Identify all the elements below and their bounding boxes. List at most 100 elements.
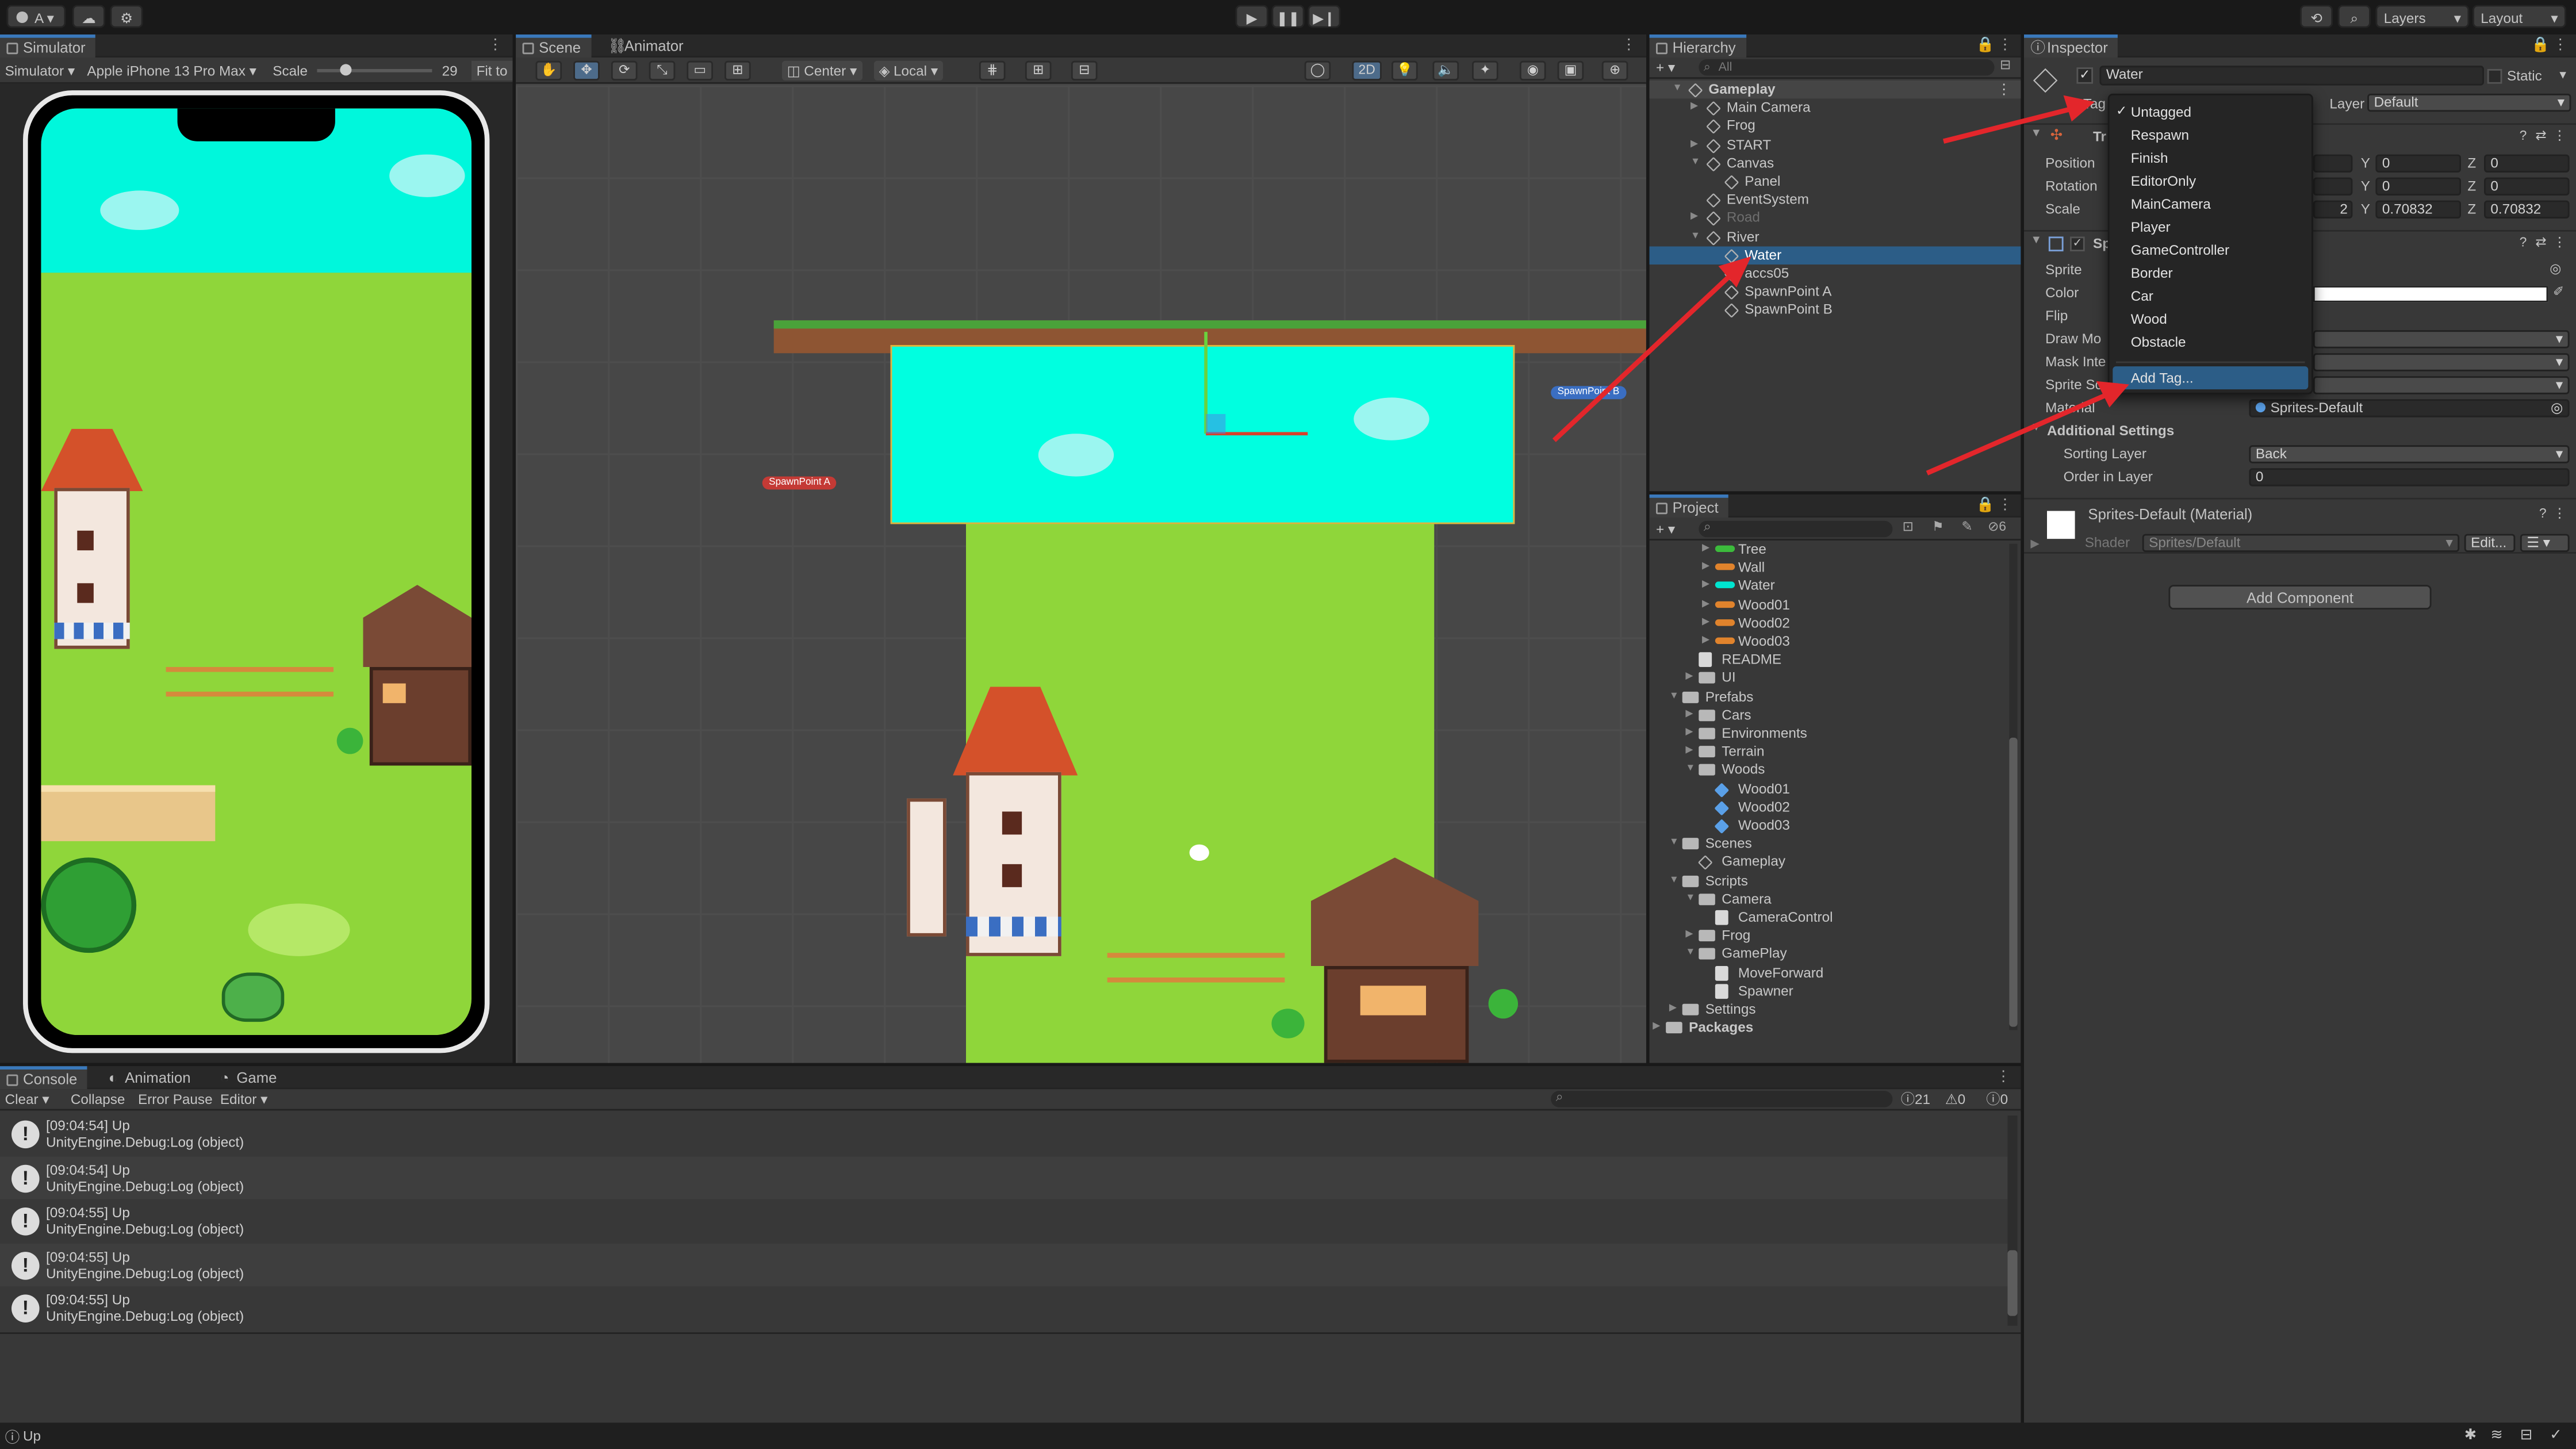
project-item[interactable]: ▶ Wood01 (1650, 596, 2008, 614)
project-item[interactable]: Wood01 (1650, 780, 2008, 798)
project-item[interactable]: ▶ Frog (1650, 927, 2008, 945)
object-name-field[interactable]: Water (2099, 66, 2484, 86)
error-count-toggle[interactable]: ⓘ0 (1986, 1089, 2008, 1109)
project-item[interactable]: Wood03 (1650, 816, 2008, 834)
scale-x-field[interactable]: 2 (2313, 200, 2353, 218)
hierarchy-item[interactable]: ▶ Road (1650, 209, 2021, 227)
preset-icon[interactable]: ⇄ (2535, 128, 2546, 143)
clear-button[interactable]: Clear ▾ (5, 1089, 49, 1109)
help-icon[interactable]: ? (2520, 235, 2527, 250)
scrollbar-thumb[interactable] (2009, 737, 2018, 1027)
lock-icon[interactable]: 🔒 (2531, 36, 2550, 54)
hierarchy-item[interactable]: SpawnPoint B (1650, 301, 2021, 319)
expanded-arrow-icon[interactable]: ▼ (1669, 872, 1679, 890)
color-swatch[interactable] (2313, 286, 2548, 302)
collapsed-arrow-icon[interactable]: ▶ (1685, 706, 1693, 724)
error-pause-button[interactable]: Error Pause (138, 1089, 213, 1109)
help-icon[interactable]: ? (2520, 128, 2527, 143)
panel-menu-icon[interactable]: ⋮ (1996, 1068, 2011, 1086)
tab-hierarchy[interactable]: Hierarchy (1649, 34, 1746, 57)
tag-menu-item[interactable]: Respawn (2110, 123, 2312, 146)
rotation-y-field[interactable]: 0 (2375, 177, 2461, 195)
hierarchy-search-input[interactable]: ⌕ All (1699, 59, 1995, 76)
preset-icon[interactable]: ⇄ (2535, 235, 2546, 250)
help-icon[interactable]: ? (2539, 506, 2547, 521)
panel-menu-icon[interactable]: ⋮ (2553, 36, 2568, 54)
eyedropper-icon[interactable]: ✐ (2553, 284, 2564, 299)
mask-interaction-dropdown[interactable]: ▾ (2313, 353, 2570, 371)
lighting-icon[interactable]: 💡 (1392, 60, 1418, 80)
device-dropdown[interactable]: Apple iPhone 13 Pro Max ▾ (87, 61, 256, 80)
foldout-arrow-icon[interactable]: ▶ (2030, 537, 2039, 550)
hierarchy-item[interactable]: Water (1649, 246, 2021, 264)
collapsed-arrow-icon[interactable]: ▶ (1653, 1019, 1660, 1037)
hidden-objects-icon[interactable]: ◉ (1519, 60, 1546, 80)
stack-icon[interactable]: ⊟ (2520, 1426, 2533, 1444)
search-button[interactable]: ⌕ (2337, 5, 2371, 28)
expanded-arrow-icon[interactable]: ▼ (1690, 228, 1700, 246)
project-item[interactable]: Wood02 (1650, 798, 2008, 816)
console-entry[interactable]: ! [09:04:54] Up UnityEngine.Debug:Log (obj… (0, 1156, 2018, 1199)
hierarchy-item[interactable]: ▶ Main Camera (1650, 99, 2021, 117)
collapsed-arrow-icon[interactable]: ▶ (1702, 632, 1709, 650)
fit-button[interactable]: Fit to (471, 60, 513, 80)
log-count-toggle[interactable]: ⓘ21 (1901, 1089, 1930, 1109)
collapsed-arrow-icon[interactable]: ▶ (1685, 743, 1693, 761)
tab-project[interactable]: Project (1649, 494, 1728, 518)
scale-slider[interactable] (317, 64, 432, 76)
collapsed-arrow-icon[interactable]: ▶ (1702, 559, 1709, 577)
collapsed-arrow-icon[interactable]: ▶ (1702, 596, 1709, 614)
cloud-button[interactable]: ☁ (72, 5, 105, 28)
hierarchy-item[interactable]: SpawnPoint A (1650, 283, 2021, 301)
tag-menu-item[interactable]: Car (2110, 284, 2312, 307)
position-x-field[interactable] (2313, 154, 2353, 172)
project-item[interactable]: ▶ Water (1650, 577, 2008, 595)
step-button[interactable]: ▶❙ (1308, 5, 1341, 28)
collapsed-arrow-icon[interactable]: ▶ (1702, 577, 1709, 595)
panel-menu-icon[interactable]: ⋮ (1998, 36, 2012, 54)
add-tag-menu-item[interactable]: Add Tag... (2113, 366, 2309, 390)
hierarchy-item[interactable]: accs05 (1650, 264, 2021, 282)
project-item[interactable]: Gameplay (1650, 853, 2008, 871)
collapsed-arrow-icon[interactable]: ▶ (1702, 540, 1709, 558)
hierarchy-item[interactable]: ▶ START (1650, 136, 2021, 154)
project-item[interactable]: ▼ Scripts (1650, 872, 2008, 890)
order-in-layer-field[interactable]: 0 (2249, 468, 2570, 486)
collapsed-arrow-icon[interactable]: ▶ (1690, 136, 1698, 154)
tab-animator[interactable]: ⛓ Animator (601, 34, 693, 57)
audio-icon[interactable]: 🔈 (1432, 60, 1459, 80)
sprite-sort-point-dropdown[interactable]: ▾ (2313, 376, 2570, 394)
check-icon[interactable]: ✓ (2550, 1426, 2562, 1444)
project-item[interactable]: ▶ Cars (1650, 706, 2008, 724)
collapsed-arrow-icon[interactable]: ▶ (1669, 1000, 1677, 1018)
hierarchy-item[interactable]: Panel (1650, 172, 2021, 190)
project-item[interactable]: ▼ Prefabs (1650, 688, 2008, 706)
camera-icon[interactable]: ▣ (1557, 60, 1584, 80)
scale-y-field[interactable]: 0.70832 (2375, 200, 2461, 218)
project-item[interactable]: ▶ Wall (1650, 559, 2008, 577)
project-item[interactable]: ▼ Scenes (1650, 835, 2008, 853)
sorting-layer-dropdown[interactable]: Back ▾ (2249, 445, 2570, 463)
expanded-arrow-icon[interactable]: ▼ (1669, 688, 1679, 706)
add-component-button[interactable]: Add Component (2168, 585, 2432, 610)
transform-tool-icon[interactable]: ⊞ (724, 60, 751, 80)
component-menu-icon[interactable]: ⋮ (2553, 235, 2566, 250)
increment-snap-icon[interactable]: ⊟ (1071, 60, 1098, 80)
collapsed-arrow-icon[interactable]: ▶ (1685, 669, 1693, 687)
component-menu-icon[interactable]: ⋮ (2553, 128, 2566, 143)
add-object-button[interactable]: + ▾ (1656, 57, 1675, 77)
draw-mode-dropdown[interactable]: ▾ (2313, 330, 2570, 348)
spawnpoint-b-label[interactable]: SpawnPoint B (1551, 386, 1626, 400)
hand-tool-icon[interactable]: ✋ (535, 60, 562, 80)
shader-menu-button[interactable]: ☰ ▾ (2520, 534, 2570, 552)
console-entry[interactable]: ! [09:04:55] Up UnityEngine.Debug:Log (obj… (0, 1243, 2018, 1286)
project-item[interactable]: ▼ Camera (1650, 890, 2008, 908)
scale-tool-icon[interactable]: ⤡ (649, 60, 676, 80)
pause-button[interactable]: ❚❚ (1271, 5, 1305, 28)
project-item[interactable]: ▼ Woods (1650, 761, 2008, 779)
panel-menu-icon[interactable]: ⋮ (1998, 496, 2012, 514)
spawnpoint-a-label[interactable]: SpawnPoint A (762, 476, 837, 490)
tag-menu-item[interactable]: MainCamera (2110, 192, 2312, 215)
layers-dropdown[interactable]: Layers ▾ (2375, 5, 2470, 28)
console-entry[interactable]: ! [09:04:54] Up UnityEngine.Debug:Log (obj… (0, 1112, 2018, 1155)
